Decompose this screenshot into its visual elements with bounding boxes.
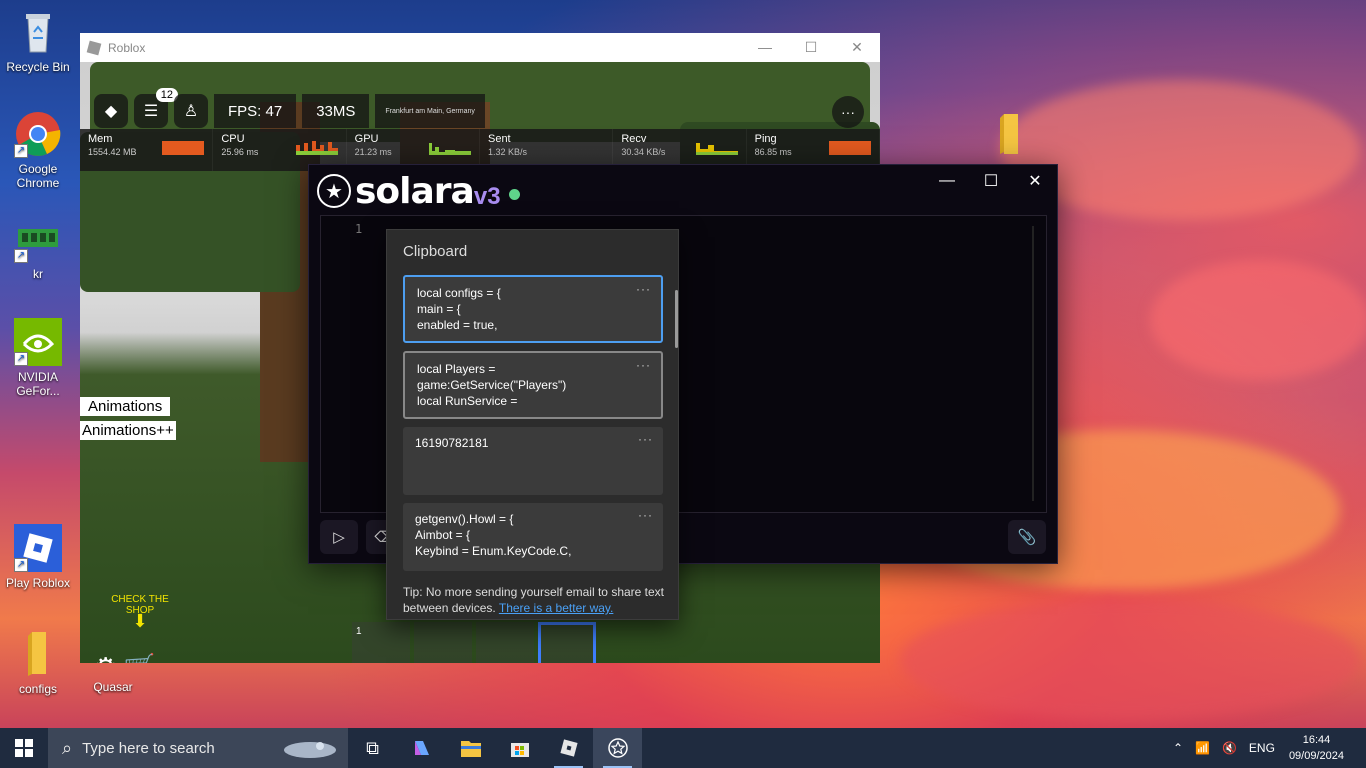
cpu-graph: [295, 141, 338, 155]
desktop-icon-google-chrome[interactable]: ↗ Google Chrome: [0, 110, 76, 190]
roblox-titlebar[interactable]: Roblox — ☐ ✕: [80, 33, 880, 62]
shortcut-arrow-icon: ↗: [14, 352, 28, 366]
fps-display: FPS: 47: [214, 94, 297, 128]
status-indicator: [508, 188, 520, 200]
execute-button[interactable]: ▷: [320, 520, 358, 554]
clipboard-item[interactable]: getgenv().Howl = { Aimbot = { Keybind = …: [403, 503, 663, 571]
shortcut-arrow-icon: ↗: [14, 144, 28, 158]
roblox-taskbar-icon[interactable]: [544, 728, 593, 768]
taskbar: ⌕ Type here to search ⧉ ⌃ 📶 🔇 ENG 16:44 …: [0, 728, 1366, 768]
more-options-button[interactable]: ···: [832, 96, 864, 128]
attach-button[interactable]: 📎: [1008, 520, 1046, 554]
ram-icon: ↗: [14, 215, 62, 263]
mem-graph: [162, 141, 205, 155]
desktop-icon-label: Recycle Bin: [6, 60, 70, 74]
minimize-button[interactable]: —: [742, 39, 788, 56]
chrome-icon: ↗: [14, 110, 62, 158]
gpu-graph: [428, 143, 471, 155]
maximize-button[interactable]: ☐: [969, 165, 1013, 197]
maximize-button[interactable]: ☐: [788, 39, 834, 56]
line-number: 1: [355, 222, 363, 236]
roblox-menu-button[interactable]: ◆: [94, 94, 128, 128]
clock[interactable]: 16:44 09/09/2024: [1289, 732, 1344, 764]
solara-title: solara: [355, 170, 475, 212]
solara-taskbar-icon[interactable]: [593, 728, 642, 768]
clipboard-item[interactable]: 16190782181 ···: [403, 427, 663, 495]
recv-graph: [695, 143, 738, 155]
microsoft-store-icon[interactable]: [495, 728, 544, 768]
animations-button[interactable]: Animations: [80, 397, 171, 416]
folder-icon: [14, 630, 62, 678]
search-highlight-image: [284, 742, 336, 758]
roblox-window-title: Roblox: [108, 40, 146, 55]
clipboard-panel[interactable]: Clipboard local configs = { main = { ena…: [386, 229, 679, 620]
avatar-button[interactable]: ♙: [174, 94, 208, 128]
perf-mem: Mem 1554.42 MB: [80, 129, 214, 171]
more-options-button[interactable]: ···: [638, 507, 653, 523]
desktop-icon-label: Play Roblox: [5, 576, 71, 590]
desktop-icon-label: kr: [33, 267, 43, 281]
shortcut-arrow-icon: ↗: [14, 249, 28, 263]
task-view-icon[interactable]: ⧉: [348, 728, 397, 768]
chevron-up-icon[interactable]: ⌃: [1173, 741, 1183, 755]
solara-version: v3: [473, 183, 501, 210]
check-shop-label: CHECK THE SHOP ⬇: [102, 594, 178, 631]
desktop-folder[interactable]: [994, 112, 1026, 160]
close-button[interactable]: ✕: [1013, 165, 1057, 197]
desktop-icon-quasar[interactable]: Quasar: [75, 650, 151, 694]
ping-graph: [828, 141, 871, 155]
hotbar-slot[interactable]: [414, 622, 472, 663]
system-tray: ⌃ 📶 🔇 ENG 16:44 09/09/2024: [1167, 732, 1366, 764]
desktop-icon-label: Google Chrome: [16, 162, 60, 190]
clipboard-item[interactable]: local Players = game:GetService("Players…: [403, 351, 663, 419]
ping-display: 33MS: [302, 94, 370, 128]
start-button[interactable]: [0, 728, 48, 768]
more-options-button[interactable]: ···: [636, 281, 651, 297]
desktop-icon-label: NVIDIA GeFor...: [16, 370, 60, 398]
clipboard-tip: Tip: No more sending yourself email to s…: [403, 585, 665, 615]
server-location: Frankfurt am Main, Germany: [375, 94, 485, 128]
desktop-icon-label: Quasar: [93, 680, 133, 694]
network-icon[interactable]: 📶: [1195, 741, 1210, 755]
copilot-icon[interactable]: [397, 728, 446, 768]
clock-time: 16:44: [1302, 734, 1331, 746]
minimize-button[interactable]: —: [925, 165, 969, 197]
more-options-button[interactable]: ···: [636, 357, 651, 373]
star-logo-icon: ★: [317, 174, 351, 208]
volume-muted-icon[interactable]: 🔇: [1222, 741, 1237, 755]
desktop-icon-configs[interactable]: configs: [0, 630, 76, 696]
hotbar-slot[interactable]: [476, 622, 534, 663]
animations-plus-button[interactable]: Animations++: [80, 421, 176, 440]
editor-scrollbar[interactable]: [1032, 226, 1034, 501]
shortcut-arrow-icon: ↗: [14, 558, 28, 572]
hotbar-slot[interactable]: 1: [352, 622, 410, 663]
language-indicator[interactable]: ENG: [1249, 741, 1275, 755]
search-placeholder: Type here to search: [82, 739, 215, 757]
hotbar-slot-active[interactable]: [538, 622, 596, 663]
clipboard-scrollbar[interactable]: [675, 290, 678, 348]
nvidia-icon: ↗: [14, 318, 62, 366]
arrow-down-icon: ⬇: [132, 611, 148, 631]
close-button[interactable]: ✕: [834, 39, 880, 56]
roblox-logo-icon: [86, 40, 102, 55]
better-way-link[interactable]: There is a better way.: [499, 601, 614, 615]
search-icon: ⌕: [62, 737, 73, 758]
recycle-bin-icon: [14, 8, 62, 56]
windows-icon: [15, 739, 33, 757]
roblox-icon: ↗: [14, 524, 62, 572]
desktop-icon-recycle-bin[interactable]: Recycle Bin: [0, 8, 76, 74]
file-explorer-icon[interactable]: [446, 728, 495, 768]
clipboard-item[interactable]: local configs = { main = { enabled = tru…: [403, 275, 663, 343]
chat-button[interactable]: ☰ 12: [134, 88, 178, 128]
more-options-button[interactable]: ···: [638, 431, 653, 447]
desktop-icon-kr[interactable]: ↗ kr: [0, 215, 76, 281]
search-input[interactable]: ⌕ Type here to search: [48, 728, 348, 768]
hotbar: 1: [352, 622, 596, 663]
clock-date: 09/09/2024: [1288, 750, 1344, 762]
desktop-icon-nvidia[interactable]: ↗ NVIDIA GeFor...: [0, 318, 76, 398]
clipboard-title: Clipboard: [403, 243, 468, 260]
folder-icon: [994, 112, 1026, 156]
desktop-icon-play-roblox[interactable]: ↗ Play Roblox: [0, 524, 76, 590]
desktop-icon-label: configs: [18, 682, 58, 696]
